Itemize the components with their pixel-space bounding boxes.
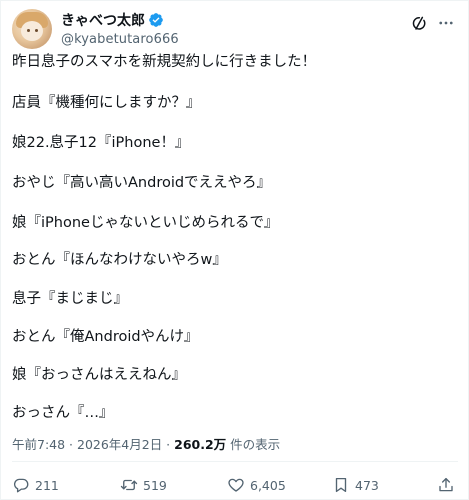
share-icon: [439, 477, 453, 492]
like-button[interactable]: 6,405: [227, 474, 286, 496]
tweet-line: 店員『機種何にしますか？』: [12, 95, 201, 111]
display-name[interactable]: きゃべつ太郎: [61, 10, 145, 30]
divider: [12, 461, 458, 462]
retweet-count: 519: [143, 477, 167, 493]
tweet-meta: 午前7:48 · 2026年4月2日 · 260.2万 件の表示: [12, 434, 280, 453]
like-count: 6,405: [250, 477, 286, 493]
heart-icon: [228, 478, 244, 492]
tweet-line: おとん『俺Androidやんけ』: [12, 329, 199, 345]
tweet-line: おっさん『…』: [12, 405, 114, 421]
retweet-button[interactable]: 519: [120, 474, 167, 496]
tweet-line: おとん『ほんなわけないやろw』: [12, 252, 227, 268]
reply-icon: [13, 478, 29, 493]
more-icon[interactable]: [436, 14, 456, 32]
share-button[interactable]: [437, 474, 455, 496]
tweet-line: 昨日息子のスマホを新規契約しに行きました！: [12, 54, 317, 70]
retweet-icon: [120, 479, 138, 491]
author-names: きゃべつ太郎 @kyabetutaro666: [61, 11, 179, 47]
tweet-card: きゃべつ太郎 @kyabetutaro666 昨日息子のスマホを新規契約しに行き…: [0, 0, 469, 500]
handle[interactable]: @kyabetutaro666: [61, 32, 179, 47]
bookmark-count: 473: [355, 477, 379, 493]
tweet-line: 娘22.息子12『iPhone！』: [12, 135, 190, 151]
display-name-row: きゃべつ太郎: [61, 11, 179, 29]
tweet-line: 娘『おっさんはええねん』: [12, 367, 186, 383]
tweet-line: おやじ『高い高いAndroidでええやろ』: [12, 175, 272, 191]
bookmark-icon: [335, 477, 347, 493]
view-count-suffix: 件の表示: [226, 437, 281, 452]
reply-count: 211: [35, 477, 59, 493]
bookmark-button[interactable]: 473: [332, 474, 379, 496]
grok-icon[interactable]: [410, 14, 428, 32]
verified-badge-icon: [148, 12, 164, 28]
avatar[interactable]: [12, 9, 52, 49]
reply-button[interactable]: 211: [12, 474, 59, 496]
tweet-line: 息子『まじまじ』: [12, 291, 128, 307]
action-bar: 211 519 6,405 473: [12, 474, 457, 496]
tweet-header: きゃべつ太郎 @kyabetutaro666: [12, 9, 458, 49]
timestamp[interactable]: 午前7:48 · 2026年4月2日 ·: [12, 437, 174, 452]
tweet-line: 娘『iPhoneじゃないといじめられるで』: [12, 215, 279, 231]
view-count: 260.2万: [174, 437, 227, 452]
